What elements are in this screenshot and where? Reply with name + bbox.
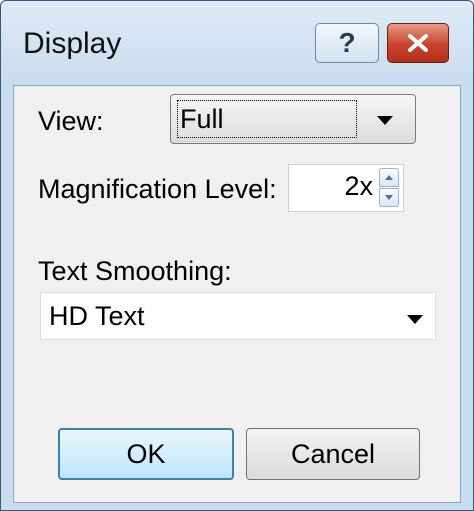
view-label: View: <box>38 106 104 136</box>
magnification-stepper[interactable]: 2x <box>288 164 404 212</box>
magnification-label: Magnification Level: <box>38 174 277 204</box>
text-smoothing-selected-value: HD Text <box>49 301 145 331</box>
text-smoothing-label: Text Smoothing: <box>38 256 232 286</box>
help-icon: ? <box>338 27 356 58</box>
view-dropdown[interactable]: Full <box>170 94 416 144</box>
chevron-down-icon <box>377 116 393 125</box>
view-selected-value: Full <box>177 100 357 138</box>
text-smoothing-dropdown[interactable]: HD Text <box>40 292 436 340</box>
dialog-body: View: Full Magnification Level: 2x Text … <box>13 85 461 503</box>
ok-button[interactable]: OK <box>58 428 234 480</box>
decrement-button[interactable] <box>379 188 399 207</box>
close-icon <box>407 34 429 52</box>
chevron-down-icon <box>407 315 423 324</box>
cancel-button[interactable]: Cancel <box>246 428 420 480</box>
magnification-value[interactable]: 2x <box>344 171 373 202</box>
arrow-up-icon <box>385 175 393 180</box>
increment-button[interactable] <box>379 168 399 187</box>
arrow-down-icon <box>385 195 393 200</box>
title-bar[interactable]: Display ? <box>1 1 473 85</box>
help-button[interactable]: ? <box>315 23 379 63</box>
display-dialog: Display ? View: Full Magnification Level… <box>0 0 474 511</box>
window-title: Display <box>23 27 122 60</box>
close-button[interactable] <box>387 23 449 63</box>
spin-buttons <box>379 168 399 208</box>
